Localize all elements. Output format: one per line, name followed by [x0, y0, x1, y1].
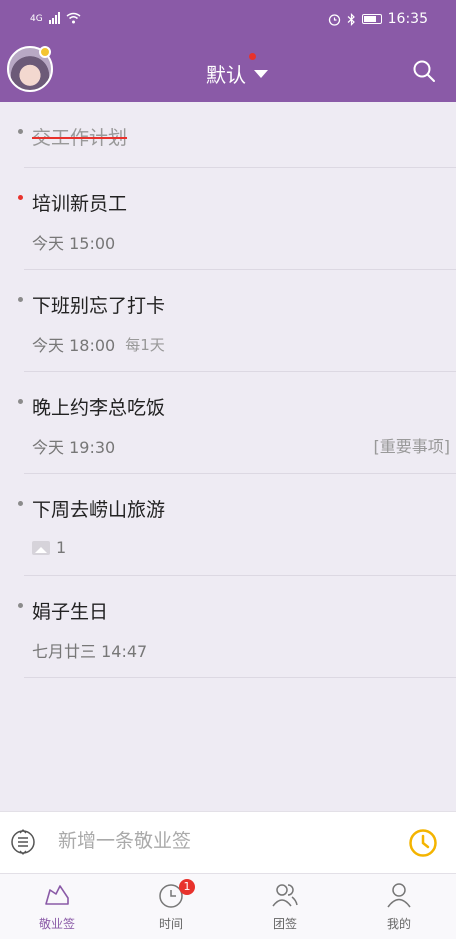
cloud-note-icon	[45, 885, 69, 905]
notification-dot	[249, 53, 256, 60]
bullet-icon	[18, 603, 23, 608]
notification-badge: 1	[179, 879, 195, 895]
team-icon	[272, 884, 298, 907]
bullet-icon	[18, 399, 23, 404]
tab-team[interactable]: 团签	[228, 874, 342, 939]
todo-title: 交工作计划	[32, 127, 128, 149]
bullet-icon	[18, 501, 23, 506]
search-icon[interactable]	[412, 59, 436, 83]
time-text: 今天 15:00	[32, 234, 116, 253]
alarm-icon	[328, 13, 340, 26]
list-item[interactable]: 下周去崂山旅游 1	[18, 474, 456, 576]
tab-label: 敬业签	[38, 917, 75, 931]
network-type: 4G	[30, 14, 43, 24]
time-text: 今天 19:30	[32, 438, 116, 457]
reminder-clock-icon[interactable]	[408, 828, 438, 858]
system-nav-bar	[0, 939, 456, 951]
time-text: 今天 18:00	[32, 336, 116, 355]
bluetooth-icon	[347, 12, 355, 26]
bottom-nav: 敬业签 1 时间 团签 我的	[0, 873, 456, 939]
tab-me[interactable]: 我的	[342, 874, 456, 939]
status-bar: 4G 16:35	[0, 0, 456, 42]
repeat-text: 每1天	[125, 335, 165, 354]
list-item[interactable]: 下班别忘了打卡 今天 18:00 每1天	[18, 270, 456, 372]
person-icon	[387, 883, 411, 908]
tab-time[interactable]: 1 时间	[114, 874, 228, 939]
list-item[interactable]: 交工作计划	[18, 102, 456, 168]
todo-attachments: 1	[24, 538, 456, 557]
list-item[interactable]: 晚上约李总吃饭 今天 19:30 [重要事项]	[18, 372, 456, 474]
status-time: 16:35	[387, 11, 428, 27]
new-note-input[interactable]	[58, 830, 378, 852]
new-note-bar	[0, 811, 456, 873]
todo-title: 下班别忘了打卡	[32, 295, 166, 317]
battery-icon	[361, 14, 382, 24]
todo-list: 交工作计划 培训新员工 今天 15:00 下班别忘了打卡 今天 18:00 每1…	[0, 102, 456, 678]
todo-time: 今天 18:00 每1天	[24, 332, 456, 356]
sort-menu-icon[interactable]	[9, 828, 37, 856]
tag-label: [重要事项]	[373, 437, 451, 456]
todo-title: 下周去崂山旅游	[32, 499, 166, 521]
todo-time: 七月廿三 14:47	[24, 638, 456, 662]
category-title: 默认	[206, 63, 246, 87]
status-right: 16:35	[328, 11, 428, 27]
vip-badge-icon	[39, 46, 51, 58]
tab-label: 团签	[272, 917, 297, 931]
bullet-icon	[18, 297, 23, 302]
todo-time: 今天 15:00	[24, 230, 456, 254]
list-item[interactable]: 培训新员工 今天 15:00	[18, 168, 456, 270]
wifi-icon	[66, 12, 81, 24]
app-header: 默认	[0, 42, 456, 102]
caret-down-icon	[254, 69, 268, 78]
category-selector[interactable]: 默认	[206, 59, 268, 88]
attachment-count: 1	[56, 538, 67, 557]
time-text: 七月廿三 14:47	[32, 642, 148, 661]
tab-label: 时间	[158, 917, 183, 931]
bullet-icon	[18, 129, 23, 134]
todo-title: 娟子生日	[32, 601, 109, 623]
list-item[interactable]: 娟子生日 七月廿三 14:47	[18, 576, 456, 678]
tab-notes[interactable]: 敬业签	[0, 874, 114, 939]
todo-title: 培训新员工	[32, 193, 128, 215]
image-icon	[32, 540, 50, 555]
todo-title: 晚上约李总吃饭	[32, 397, 166, 419]
bullet-important-icon	[18, 195, 23, 200]
signal-group: 4G	[30, 12, 81, 24]
tab-label: 我的	[386, 917, 411, 931]
signal-icon	[48, 12, 60, 24]
